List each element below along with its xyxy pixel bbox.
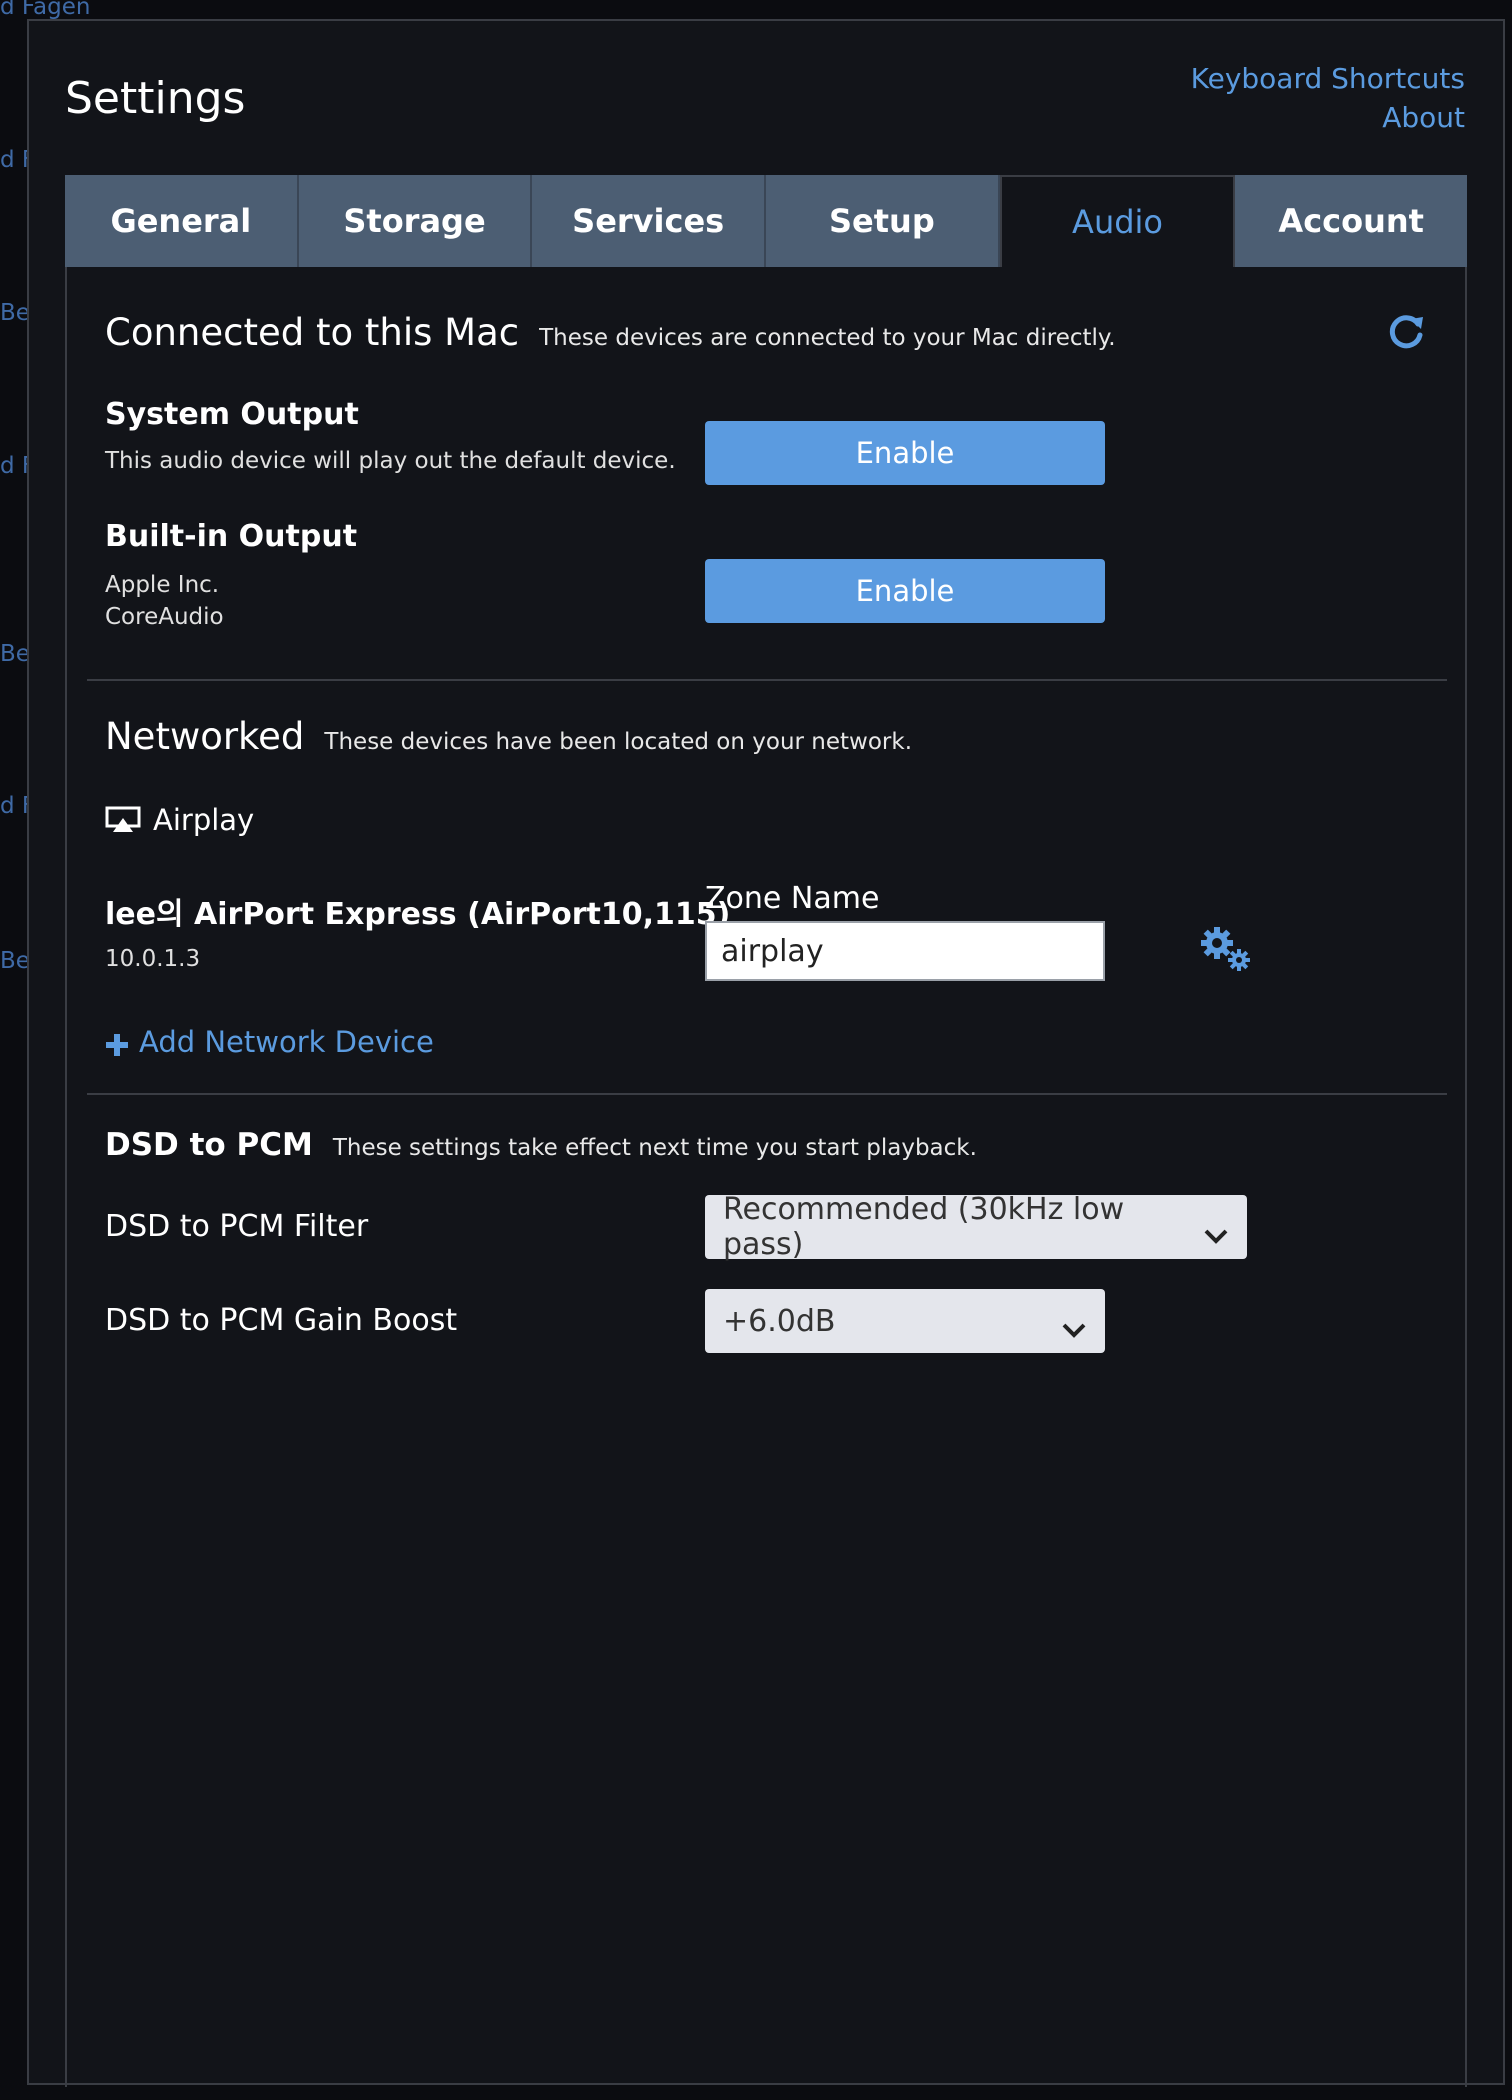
section-description: These devices are connected to your Mac … (539, 325, 1116, 351)
header-links: Keyboard Shortcuts About (1191, 59, 1465, 137)
section-description: These devices have been located on your … (324, 729, 912, 755)
settings-dialog: Settings Keyboard Shortcuts About Genera… (27, 19, 1505, 2087)
background-fragment: Be (0, 300, 30, 326)
tab-audio[interactable]: Audio (999, 175, 1236, 267)
dsd-section-header: DSD to PCM These settings take effect ne… (105, 1127, 977, 1163)
tab-storage[interactable]: Storage (298, 175, 533, 267)
device-description: This audio device will play out the defa… (105, 448, 676, 474)
tab-services[interactable]: Services (532, 175, 767, 267)
device-vendor: Apple Inc. (105, 572, 220, 598)
dsd-filter-label: DSD to PCM Filter (105, 1209, 369, 1244)
dsd-filter-select[interactable]: Recommended (30kHz low pass) (705, 1192, 1247, 1262)
tab-setup[interactable]: Setup (766, 175, 1000, 267)
settings-panel: General Storage Services Setup Audio Acc… (65, 175, 1468, 2087)
section-title: Connected to this Mac (105, 311, 520, 354)
dsd-filter-value: Recommended (30kHz low pass) (723, 1192, 1125, 1262)
tab-account[interactable]: Account (1235, 175, 1468, 267)
network-device-name: lee의 AirPort Express (AirPort10,115) (105, 897, 731, 932)
chevron-down-icon (1061, 1312, 1087, 1338)
zone-name-label: Zone Name (705, 881, 880, 916)
plus-icon (105, 1030, 129, 1056)
enable-system-output-button[interactable]: Enable (705, 421, 1105, 485)
keyboard-shortcuts-link[interactable]: Keyboard Shortcuts (1191, 59, 1465, 98)
section-title: DSD to PCM (105, 1127, 313, 1163)
section-divider (87, 679, 1447, 681)
connected-section-header: Connected to this Mac These devices are … (105, 311, 1116, 354)
network-device-ip: 10.0.1.3 (105, 946, 201, 972)
dsd-gain-label: DSD to PCM Gain Boost (105, 1303, 458, 1338)
chevron-down-icon (1203, 1218, 1229, 1244)
dsd-gain-select[interactable]: +6.0dB (705, 1289, 1105, 1353)
add-network-device-label: Add Network Device (139, 1025, 434, 1059)
tab-general[interactable]: General (65, 175, 299, 267)
refresh-icon[interactable] (1387, 311, 1427, 351)
device-name: System Output (105, 397, 359, 432)
page-title: Settings (65, 73, 246, 124)
airplay-label: Airplay (153, 803, 255, 837)
airplay-icon (105, 806, 141, 834)
add-network-device-link[interactable]: Add Network Device (105, 1025, 434, 1059)
device-name: Built-in Output (105, 519, 358, 554)
airplay-group: Airplay (105, 803, 254, 837)
background-fragment: Be (0, 948, 30, 974)
section-title: Networked (105, 715, 305, 758)
tab-bar: General Storage Services Setup Audio Acc… (65, 175, 1468, 267)
zone-name-input[interactable] (705, 921, 1105, 981)
networked-section-header: Networked These devices have been locate… (105, 715, 912, 758)
background-fragment: Be (0, 641, 30, 667)
gears-icon[interactable] (1199, 925, 1253, 975)
section-divider (87, 1093, 1447, 1095)
enable-builtin-output-button[interactable]: Enable (705, 559, 1105, 623)
background-fragment: d Fagen (0, 0, 91, 20)
section-description: These settings take effect next time you… (332, 1135, 977, 1161)
dsd-gain-value: +6.0dB (723, 1303, 836, 1339)
device-driver: CoreAudio (105, 604, 224, 630)
about-link[interactable]: About (1191, 98, 1465, 137)
